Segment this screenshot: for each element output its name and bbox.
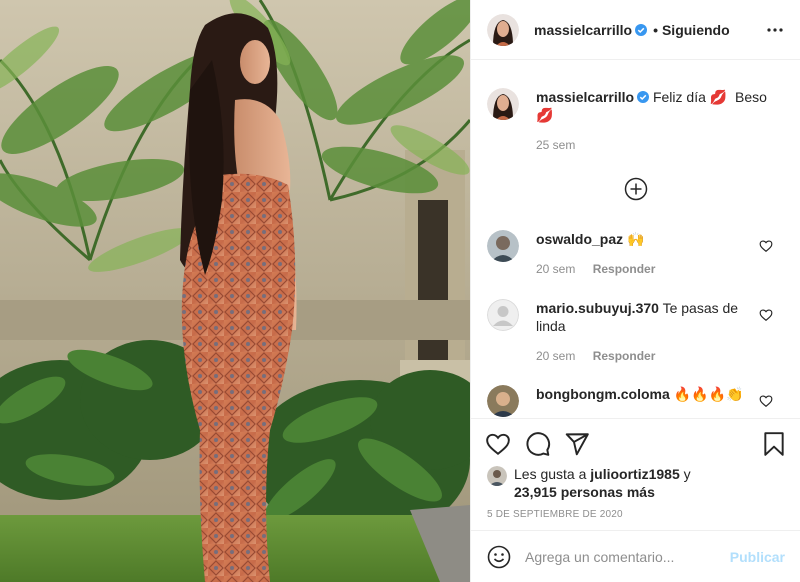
comment-time[interactable]: 20 sem <box>536 349 575 363</box>
comment-body: mario.subuyuj.370 Te pasas de linda <box>536 299 756 335</box>
liker-username[interactable]: julioortiz1985 <box>590 466 679 482</box>
post-header: massielcarrillo • Siguiendo <box>471 0 800 60</box>
comment-item: oswaldo_paz 🙌 20 sem Responder <box>487 230 787 290</box>
verified-badge-icon <box>635 23 648 36</box>
comment-body: bongbongm.coloma 🔥🔥🔥👏 <box>536 385 756 403</box>
comment-meta: 20 sem Responder <box>536 262 655 276</box>
bookmark-icon[interactable] <box>761 431 787 457</box>
caption-username[interactable]: massielcarrillo <box>536 89 634 105</box>
heart-icon[interactable] <box>759 239 773 253</box>
comment-meta: 20 sem Responder <box>536 349 655 363</box>
reply-button[interactable]: Responder <box>593 349 656 363</box>
post-date[interactable]: 5 DE SEPTIEMBRE DE 2020 <box>487 509 623 520</box>
caption-text-block: massielcarrillo Feliz día 💋 Beso 💋 <box>536 88 767 124</box>
liker-avatar[interactable] <box>487 466 507 486</box>
comment-body: oswaldo_paz 🙌 <box>536 230 756 248</box>
paper-plane-icon[interactable] <box>564 431 590 457</box>
comment-text: 🔥🔥🔥👏 <box>673 386 744 402</box>
comment-item: bongbongm.coloma 🔥🔥🔥👏 <box>487 385 787 418</box>
post-photo[interactable] <box>0 0 470 582</box>
heart-icon[interactable] <box>759 308 773 322</box>
comment-time[interactable]: 20 sem <box>536 262 575 276</box>
header-separator: • <box>653 21 658 38</box>
post-actions: Les gusta a julioortiz1985 y 23,915 pers… <box>471 418 800 530</box>
verified-badge-icon <box>637 91 650 103</box>
caption-text: Feliz día <box>652 89 706 105</box>
comment-text: 🙌 <box>627 231 645 247</box>
heart-icon[interactable] <box>759 394 773 408</box>
likes-line-1: Les gusta a julioortiz1985 y <box>514 465 691 483</box>
comment-username[interactable]: bongbongm.coloma <box>536 386 670 402</box>
likes-prefix: Les gusta a <box>514 466 587 482</box>
likes-count-link[interactable]: 23,915 personas más <box>514 483 655 501</box>
comment-username[interactable]: oswaldo_paz <box>536 231 623 247</box>
comment-avatar[interactable] <box>487 299 519 331</box>
heart-icon[interactable] <box>485 431 511 457</box>
caption-time[interactable]: 25 sem <box>536 138 575 152</box>
author-avatar[interactable] <box>487 13 519 46</box>
reply-button[interactable]: Responder <box>593 262 656 276</box>
comment-username[interactable]: mario.subuyuj.370 <box>536 300 659 316</box>
post-side-panel: massielcarrillo • Siguiendo massielcarri… <box>470 0 800 582</box>
likes-joiner: y <box>683 466 691 482</box>
comment-avatar[interactable] <box>487 230 519 262</box>
comment-avatar[interactable] <box>487 385 519 417</box>
comments-list[interactable]: oswaldo_paz 🙌 20 sem Responder mario.sub <box>471 220 800 418</box>
more-options-icon[interactable] <box>765 20 785 40</box>
caption-avatar[interactable] <box>487 88 519 120</box>
add-comment-bar: Publicar <box>471 530 800 582</box>
author-username[interactable]: massielcarrillo <box>534 22 632 38</box>
following-button[interactable]: Siguiendo <box>662 22 730 38</box>
publish-button[interactable]: Publicar <box>730 549 785 565</box>
post-caption: massielcarrillo Feliz día 💋 Beso 💋 25 se… <box>487 88 787 152</box>
comment-input[interactable] <box>525 545 715 569</box>
smiley-icon[interactable] <box>487 545 511 569</box>
photo-scene <box>0 0 470 582</box>
kiss-emoji: 💋 <box>536 107 554 123</box>
comment-icon[interactable] <box>525 431 551 457</box>
caption-text-2: Beso <box>734 89 767 105</box>
kiss-emoji: 💋 <box>709 89 728 105</box>
plus-circle-icon[interactable] <box>624 177 648 201</box>
comment-item: mario.subuyuj.370 Te pasas de linda 20 s… <box>487 299 787 369</box>
